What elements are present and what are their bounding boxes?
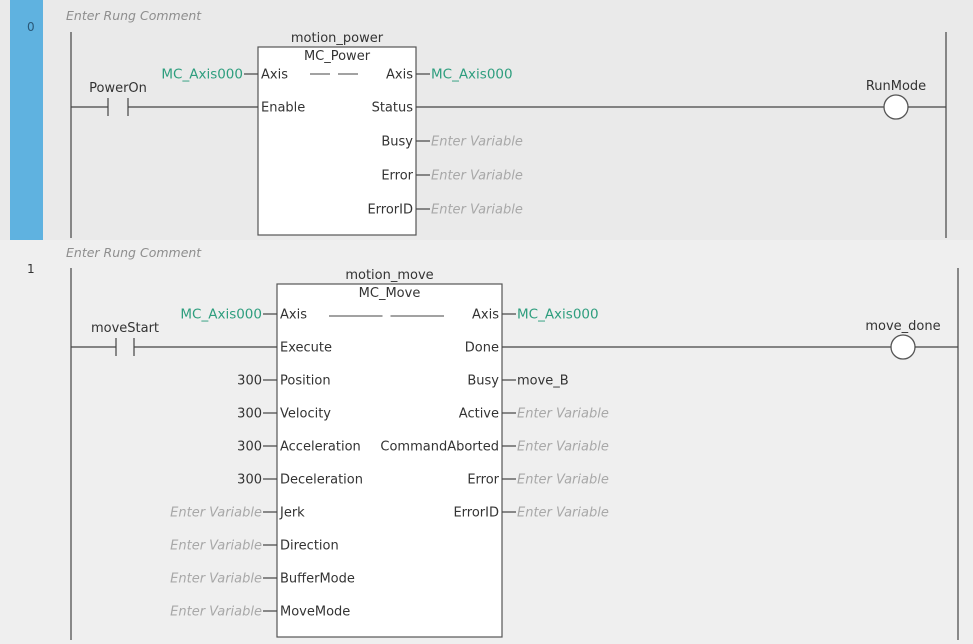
- rung-0-block-instance[interactable]: motion_power: [291, 31, 384, 46]
- rung-1-input-var-9[interactable]: Enter Variable: [170, 605, 262, 620]
- rung-1-input-var-3[interactable]: 300: [237, 407, 262, 422]
- rung-1-input-pin-acceleration: Acceleration: [280, 440, 361, 455]
- rung-1-output-pin-busy: Busy: [467, 374, 499, 389]
- rung-0-output-var-0[interactable]: MC_Axis000: [431, 67, 513, 83]
- rung-1-input-pin-axis: Axis: [280, 308, 307, 323]
- rung-0-output-pin-errorid: ErrorID: [367, 203, 413, 218]
- rung-1-output-pin-axis: Axis: [472, 308, 499, 323]
- rung-1-comment[interactable]: Enter Rung Comment: [66, 245, 202, 260]
- rung-0-input-var-0[interactable]: MC_Axis000: [161, 67, 243, 83]
- ladder-editor: 0 1 Enter Rung Comment motion_power MC_Pow…: [0, 0, 973, 644]
- rung-0-output-pin-error: Error: [381, 169, 413, 184]
- rung-0-input-pin-axis: Axis: [261, 68, 288, 83]
- rung-1-input-pin-buffermode: BufferMode: [280, 572, 355, 587]
- rung-1-input-var-8[interactable]: Enter Variable: [170, 572, 262, 587]
- ladder-diagram: Enter Rung Comment motion_power MC_Power Po…: [66, 8, 959, 640]
- rung-1-input-var-7[interactable]: Enter Variable: [170, 539, 262, 554]
- rung-1-output-var-6[interactable]: Enter Variable: [517, 506, 609, 521]
- rung-1-output-pin-done: Done: [465, 341, 499, 356]
- rung-1-input-pin-direction: Direction: [280, 539, 339, 554]
- rung-1-contact-label[interactable]: moveStart: [91, 321, 159, 336]
- rung-0-output-var-2[interactable]: Enter Variable: [431, 135, 523, 150]
- rung-1-coil-icon[interactable]: [890, 334, 916, 360]
- rung-0-output-var-3[interactable]: Enter Variable: [431, 169, 523, 184]
- rung-1-input-var-5[interactable]: 300: [237, 473, 262, 488]
- rung-0-coil-icon[interactable]: [883, 94, 909, 120]
- rung-1-input-pin-movemode: MoveMode: [280, 605, 350, 620]
- rung-1-input-pin-position: Position: [280, 374, 331, 389]
- rung-1-input-pin-execute: Execute: [280, 341, 332, 356]
- rung-1-coil-label[interactable]: move_done: [865, 319, 940, 334]
- rung-1-output-var-3[interactable]: Enter Variable: [517, 407, 609, 422]
- rung-1-output-var-5[interactable]: Enter Variable: [517, 473, 609, 488]
- rung-1-output-pin-commandaborted: CommandAborted: [380, 440, 499, 455]
- rung-0-output-pin-axis: Axis: [386, 68, 413, 83]
- rung-1-block-instance[interactable]: motion_move: [345, 268, 433, 283]
- rung-1-input-pin-deceleration: Deceleration: [280, 473, 363, 488]
- rung-0-output-pin-status: Status: [372, 101, 414, 116]
- rung-1-output-pin-active: Active: [459, 407, 499, 422]
- rung-1-input-var-6[interactable]: Enter Variable: [170, 506, 262, 521]
- rung-0-output-pin-busy: Busy: [381, 135, 413, 150]
- rung-1-input-pin-jerk: Jerk: [279, 506, 305, 521]
- rung-0-input-pin-enable: Enable: [261, 101, 305, 116]
- rung-1-output-var-0[interactable]: MC_Axis000: [517, 307, 599, 323]
- rung-1-output-pin-errorid: ErrorID: [453, 506, 499, 521]
- rung-0-output-var-4[interactable]: Enter Variable: [431, 203, 523, 218]
- rung-1-input-var-2[interactable]: 300: [237, 374, 262, 389]
- rung-1-output-var-2[interactable]: move_B: [517, 374, 569, 389]
- rung-1-output-var-4[interactable]: Enter Variable: [517, 440, 609, 455]
- rung-0-contact-label[interactable]: PowerOn: [89, 81, 147, 96]
- rung-0-coil-label[interactable]: RunMode: [866, 79, 926, 94]
- rung-1-input-pin-velocity: Velocity: [280, 407, 331, 422]
- rung-1-input-var-0[interactable]: MC_Axis000: [180, 307, 262, 323]
- rung-0-comment[interactable]: Enter Rung Comment: [66, 8, 202, 23]
- rung-1-input-var-4[interactable]: 300: [237, 440, 262, 455]
- rung-1-output-pin-error: Error: [467, 473, 499, 488]
- rung-1-block-type: MC_Move: [359, 286, 421, 301]
- rung-0-block-type: MC_Power: [304, 49, 371, 64]
